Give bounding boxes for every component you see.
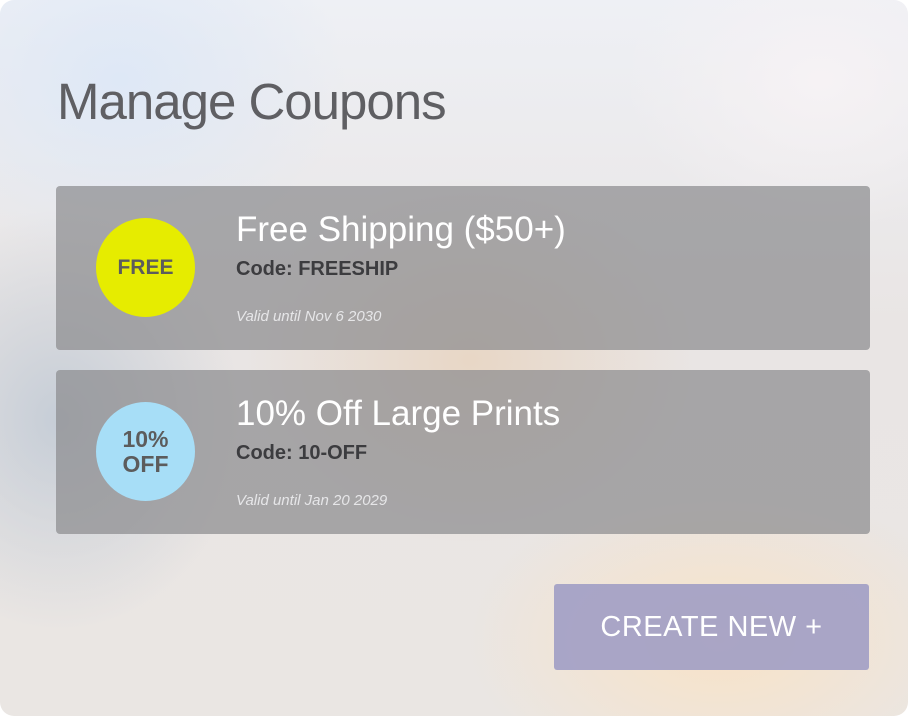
coupon-validity: Valid until Jan 20 2029 xyxy=(236,492,388,509)
coupon-code: Code: 10-OFF xyxy=(236,442,368,464)
page-title: Manage Coupons xyxy=(57,73,447,130)
coupon-validity: Valid until Nov 6 2030 xyxy=(236,308,382,325)
coupon-badge-free: FREE xyxy=(96,218,195,317)
coupon-badge-text-line-1: 10% xyxy=(122,425,169,452)
coupon-badge-text: FREE xyxy=(117,255,174,279)
create-new-coupon-button[interactable]: CREATE NEW + xyxy=(554,584,869,670)
coupon-card-free-shipping[interactable]: FREE Free Shipping ($50+) Code: FREESHIP… xyxy=(56,186,870,350)
coupon-title: 10% Off Large Prints xyxy=(236,394,561,433)
coupon-badge-percent-off: 10% OFF xyxy=(96,402,195,501)
coupon-card-10-off[interactable]: 10% OFF 10% Off Large Prints Code: 10-OF… xyxy=(56,370,870,534)
coupon-title: Free Shipping ($50+) xyxy=(236,210,566,249)
coupons-panel: Manage Coupons FREE Free Shipping ($50+)… xyxy=(0,0,908,716)
coupon-code: Code: FREESHIP xyxy=(236,258,399,280)
coupon-badge-text-line-2: OFF xyxy=(122,450,169,477)
